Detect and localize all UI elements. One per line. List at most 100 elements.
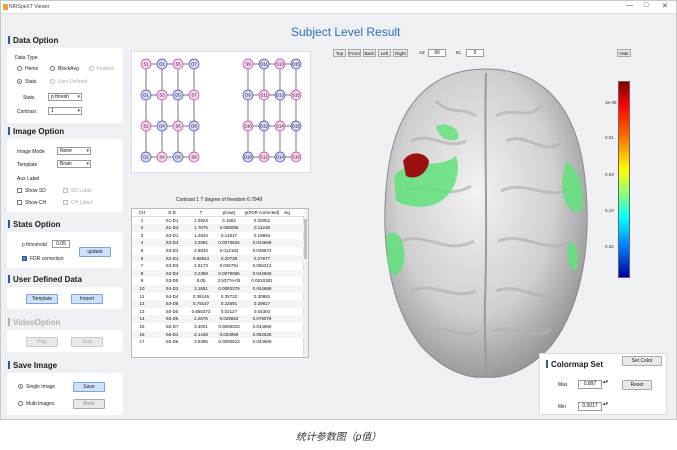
radio-user-defined[interactable] — [50, 79, 55, 84]
brain-3d-view[interactable] — [366, 61, 606, 381]
update-button[interactable]: update — [79, 247, 111, 257]
table-cell: 8.0b — [196, 278, 206, 284]
template-select[interactable]: Brain ▾ — [57, 160, 91, 168]
hide-button[interactable]: Hide — [617, 49, 631, 57]
table-cell: 0.35732 — [220, 293, 238, 299]
template-button[interactable]: Template — [26, 294, 58, 304]
table-header-cell: sig — [284, 210, 290, 215]
data-type-label: Data Type — [15, 55, 38, 61]
table-row[interactable]: 3 S3-D1 1.2944 0.11817 0.19694 — [132, 232, 304, 240]
colorbar-tick: 0.03 — [605, 172, 614, 177]
table-cell: 0.30991 — [253, 293, 271, 299]
radio-feature[interactable] — [89, 66, 94, 71]
show-sd-label: Show SD — [25, 188, 46, 194]
radio-blockavg[interactable] — [50, 66, 55, 71]
az-input[interactable]: 90 — [428, 49, 446, 57]
table-row[interactable]: 13 S5-D5 0.855373 0.02127 0.04384 — [132, 308, 304, 316]
play-button[interactable]: Play — [26, 337, 58, 347]
radio-multi-images[interactable] — [18, 401, 23, 406]
view-top-button[interactable]: Top — [333, 49, 346, 57]
table-cell: 0.044669 — [252, 339, 272, 345]
table-cell: 0.0050523 — [218, 339, 240, 345]
min-stepper-icon[interactable]: ▴▾ — [603, 401, 608, 407]
table-cell: 8 — [140, 270, 144, 276]
table-cell: S3-D4 — [165, 270, 179, 276]
table-row[interactable]: 5 S3-D4 2.9533 0.012163 0.048672 — [132, 247, 304, 255]
radio-hemo[interactable] — [17, 66, 22, 71]
radio-stats[interactable] — [17, 79, 22, 84]
table-row[interactable]: 1 S1-D1 1.0923 0.1562 0.20052 — [132, 217, 304, 225]
table-row[interactable]: 7 S3-D3 2.5173 0.026791 0.055313 — [132, 262, 304, 270]
table-cell: 11 — [139, 293, 145, 299]
table-row[interactable]: 10 S4-D2 3.1651 0.0083379 0.044669 — [132, 285, 304, 293]
set-color-button[interactable]: Set Color — [622, 356, 662, 366]
view-front-button[interactable]: Front — [348, 49, 361, 57]
save-button[interactable]: Save — [73, 382, 105, 392]
el-input[interactable]: 0 — [466, 49, 484, 57]
chevron-down-icon: ▾ — [77, 94, 80, 100]
table-row[interactable]: 9 S3-D5 8.0b 3.5377e-05 0.0010381 — [132, 277, 304, 285]
stats-select[interactable]: p thresh ▾ — [48, 93, 82, 101]
p-threshold-input[interactable]: 0.05 — [52, 240, 70, 248]
sd-label-checkbox[interactable] — [63, 188, 68, 193]
table-cell: 0.079079 — [252, 316, 272, 322]
table-row[interactable]: 11 S4-D4 0.38145 0.35732 0.30991 — [132, 293, 304, 301]
save-image-panel: Single Image Save Multi Images More — [7, 373, 123, 415]
radio-user-defined-label: User Defined — [58, 79, 88, 85]
fdr-checkbox[interactable] — [22, 256, 27, 261]
table-row[interactable]: 16 S6-D4 2.1448 0.034959 0.052628 — [132, 330, 304, 339]
import-button[interactable]: Import — [71, 294, 103, 304]
scrollbar-thumb[interactable] — [304, 219, 307, 259]
show-ch-checkbox[interactable] — [17, 200, 22, 205]
table-row[interactable]: 2 S1-D3 1.7675 0.058086 0.11248 — [132, 224, 304, 232]
table-cell: 0.044669 — [252, 240, 272, 246]
reset-button[interactable]: Reset — [622, 380, 652, 390]
table-row[interactable]: 4 S3-D3 3.2881 0.0073626 0.044669 — [132, 239, 304, 247]
montage-optode-label: D9 — [245, 93, 251, 98]
montage-panel: S1 D1 S5 D7 D1 S3 D5 S7 S2 D4 S6 D8 D2 S4 D6 S8 S9 D11 S13… — [131, 51, 311, 173]
table-row[interactable]: 8 S3-D4 3.2369 0.0079065 0.044669 — [132, 269, 304, 278]
single-image-label: Single Image — [26, 384, 56, 390]
maximize-button[interactable]: □ — [644, 2, 648, 9]
contrast-select[interactable]: 1 ▾ — [48, 107, 82, 115]
stats-table: CH S-D Tp(raw) p(FDR corrected) sig 1 S1-D1 1.0… — [131, 208, 309, 358]
table-cell: S1-D1 — [165, 217, 179, 223]
image-mode-label: Image Mode — [17, 149, 45, 155]
max-input[interactable]: 0.897 — [578, 380, 602, 389]
table-header: CH S-D Tp(raw) p(FDR corrected) sig — [132, 209, 304, 217]
radio-blockavg-label: BlockAvg — [58, 66, 79, 72]
table-cell: S2-D1 — [165, 255, 179, 261]
table-cell: 0.38145 — [192, 293, 210, 299]
table-cell: S3-D5 — [165, 278, 179, 284]
montage-optode-label: D15 — [292, 62, 300, 67]
max-stepper-icon[interactable]: ▴▾ — [603, 379, 608, 385]
table-cell: 3 — [140, 232, 144, 238]
min-input[interactable]: 0.0017 — [578, 402, 602, 411]
table-row[interactable]: 12 S4-D6 0.79147 0.22691 0.29817 — [132, 300, 304, 308]
table-cell: 3.5377e-05 — [217, 278, 241, 284]
table-cell: 0.034959 — [219, 331, 239, 337]
view-left-button[interactable]: Left — [378, 49, 391, 57]
image-mode-select[interactable]: None ▾ — [57, 147, 91, 155]
view-right-button[interactable]: Right — [393, 49, 408, 57]
max-label: Max — [558, 382, 568, 388]
ch-label-checkbox[interactable] — [63, 200, 68, 205]
stats-option-panel: p threshold 0.05 FDR correction update — [7, 232, 123, 268]
table-row[interactable]: 6 S2-D1 0.88844 0.20738 0.27677 — [132, 254, 304, 263]
table-row[interactable]: 15 S5-D7 3.4001 0.0059023 0.044669 — [132, 323, 304, 331]
table-row[interactable]: 14 S5-D5 2.2676 0.029553 0.079079 — [132, 315, 304, 323]
table-cell: 1.2944 — [194, 232, 208, 238]
stop-button[interactable]: Stop — [71, 337, 103, 347]
table-cell: S3-D3 — [165, 240, 179, 246]
table-cell: 0.048672 — [252, 248, 272, 253]
table-cell: 0.19694 — [253, 232, 271, 238]
view-back-button[interactable]: Back — [363, 49, 376, 57]
table-row[interactable]: 17 S6-D6 3.5386 0.0050523 0.044669 — [132, 338, 304, 346]
table-header-cell: T — [199, 210, 203, 215]
more-button[interactable]: More — [73, 399, 105, 409]
close-button[interactable]: ✕ — [662, 2, 668, 10]
show-sd-checkbox[interactable] — [17, 188, 22, 193]
radio-single-image[interactable] — [18, 384, 23, 389]
minimize-button[interactable]: — — [626, 2, 633, 9]
table-cell: 0.29817 — [253, 301, 271, 307]
